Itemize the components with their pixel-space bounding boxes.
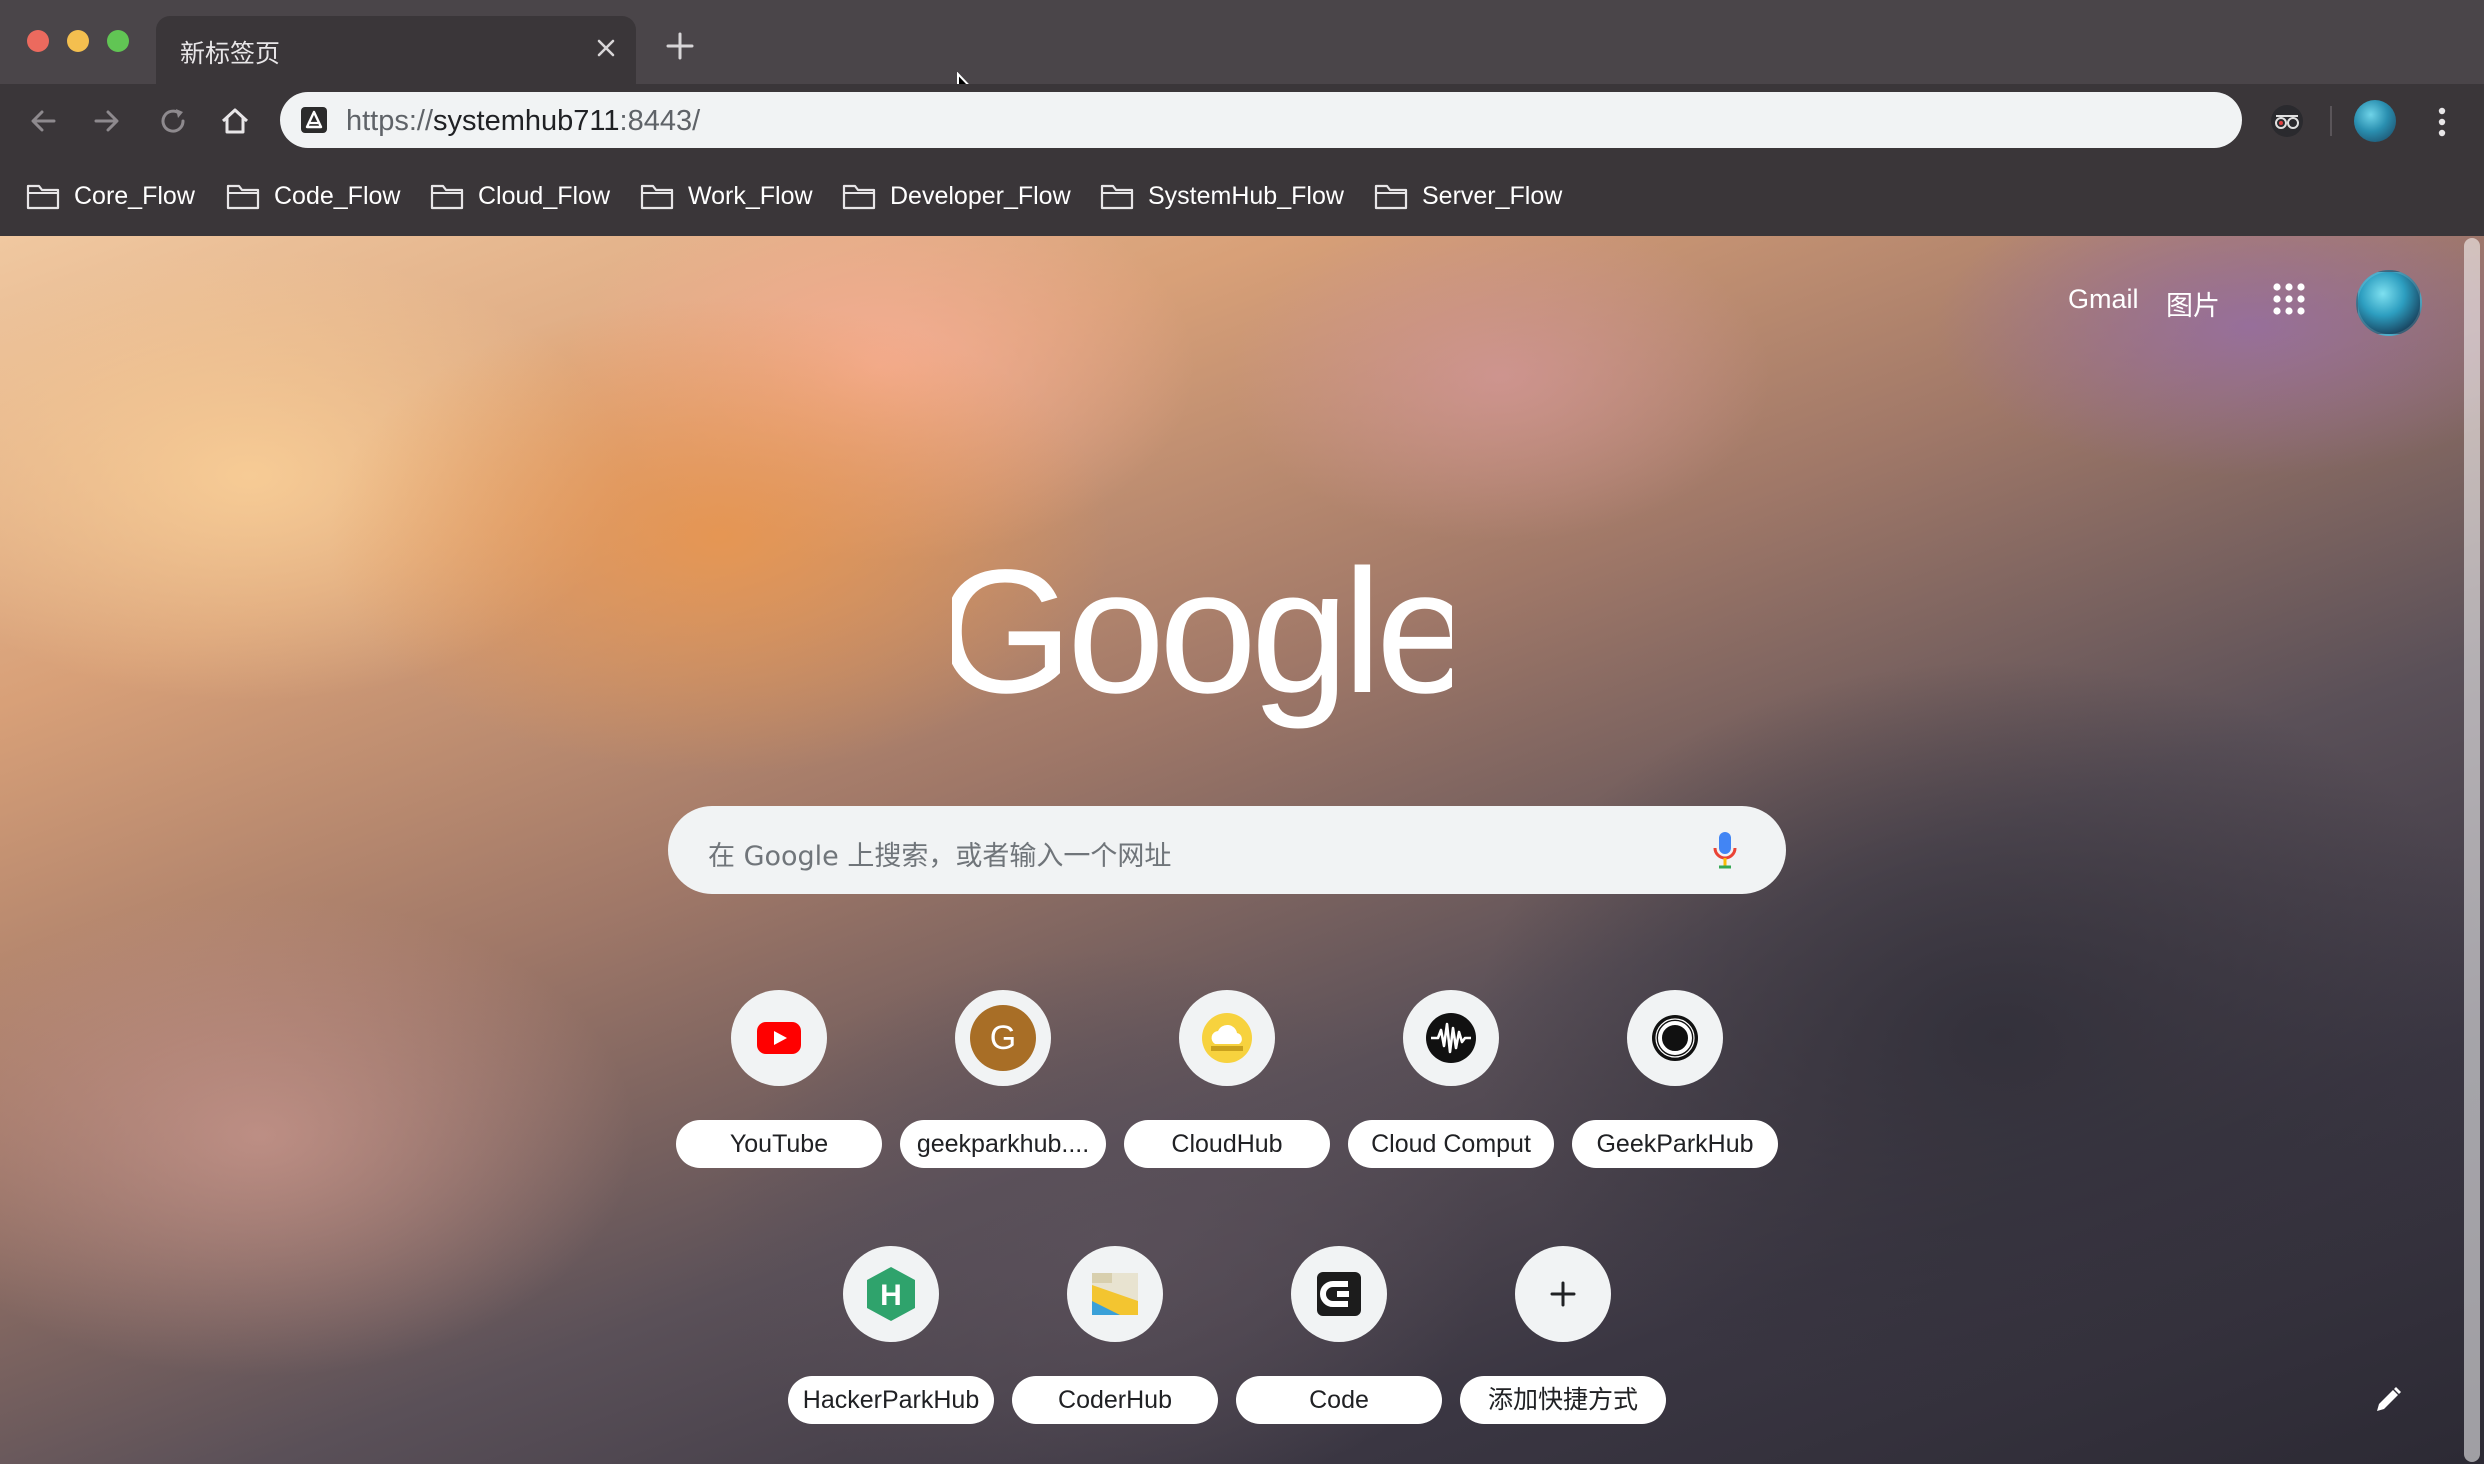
shortcut-label: CoderHub (1012, 1376, 1218, 1424)
back-icon[interactable] (26, 104, 60, 138)
profile-avatar[interactable] (2354, 100, 2396, 142)
folder-icon (640, 184, 674, 210)
new-tab-page: Gmail 图片 Google 在 Google 上搜索，或者输入一个网址 Yo… (0, 236, 2484, 1464)
shortcut-cloud-comput[interactable]: Cloud Comput (1348, 990, 1554, 1180)
toolbar: https://systemhub711:8443/ (0, 84, 2484, 158)
site-info-icon[interactable] (300, 106, 328, 134)
bookmark-label: SystemHub_Flow (1148, 181, 1344, 210)
folder-icon (1374, 184, 1408, 210)
folder-icon (26, 184, 60, 210)
bookmark-label: Server_Flow (1422, 181, 1563, 210)
google-apps-icon[interactable] (2272, 282, 2306, 316)
bookmarks-bar: Core_Flow Code_Flow Cloud_Flow Work_Flow… (0, 158, 2484, 236)
youtube-icon (731, 990, 827, 1086)
page-scrollbar[interactable] (2458, 236, 2484, 1464)
gmail-link[interactable]: Gmail (2068, 284, 2139, 315)
shortcut-cloudhub[interactable]: CloudHub (1124, 990, 1330, 1180)
scrollbar-thumb[interactable] (2464, 238, 2480, 1462)
forward-icon[interactable] (90, 104, 124, 138)
tab-new-tab[interactable]: 新标签页 (156, 16, 636, 84)
customize-pencil-icon[interactable] (2372, 1384, 2404, 1416)
zoom-window-button[interactable] (107, 30, 129, 52)
bookmark-folder-systemhub-flow[interactable]: SystemHub_Flow (1100, 178, 1344, 214)
add-shortcut-button[interactable]: 添加快捷方式 (1460, 1246, 1666, 1436)
shortcut-label: YouTube (676, 1120, 882, 1168)
microphone-icon[interactable] (1712, 830, 1738, 870)
google-logo-text: Google (952, 542, 1452, 730)
shortcut-label: Cloud Comput (1348, 1120, 1554, 1168)
coderhub-icon (1067, 1246, 1163, 1342)
shortcut-label: CloudHub (1124, 1120, 1330, 1168)
minimize-window-button[interactable] (67, 30, 89, 52)
shortcut-label: 添加快捷方式 (1460, 1376, 1666, 1424)
shortcut-coderhub[interactable]: CoderHub (1012, 1246, 1218, 1436)
shortcut-youtube[interactable]: YouTube (676, 990, 882, 1180)
bookmark-folder-work-flow[interactable]: Work_Flow (640, 178, 813, 214)
waveform-icon (1403, 990, 1499, 1086)
close-tab-icon[interactable] (590, 32, 622, 64)
plus-icon (1515, 1246, 1611, 1342)
incognito-extension-icon[interactable] (2268, 102, 2306, 140)
cloud-icon (1179, 990, 1275, 1086)
hexagon-letter: H (880, 1279, 902, 1312)
bookmark-label: Developer_Flow (890, 181, 1071, 210)
url-port: :8443/ (619, 105, 701, 137)
account-avatar[interactable] (2356, 270, 2422, 336)
more-menu-icon[interactable] (2430, 104, 2454, 140)
shortcut-hackerparkhub[interactable]: H HackerParkHub (788, 1246, 994, 1436)
google-logo: Google (952, 542, 1452, 730)
toolbar-divider (2330, 106, 2332, 136)
tab-title: 新标签页 (180, 39, 281, 68)
bookmark-folder-developer-flow[interactable]: Developer_Flow (842, 178, 1071, 214)
tab-strip: 新标签页 (0, 0, 2484, 107)
bookmark-label: Code_Flow (274, 181, 401, 210)
shortcut-label: geekparkhub.... (900, 1120, 1106, 1168)
new-tab-icon[interactable] (662, 28, 698, 64)
shortcut-geekparkhub-2[interactable]: GeekParkHub (1572, 990, 1778, 1180)
ring-icon (1627, 990, 1723, 1086)
hexagon-h-icon: H (843, 1246, 939, 1342)
folder-icon (226, 184, 260, 210)
browser-window: 新标签页 https://systemhub711:8443/ Core_Flo… (0, 0, 2484, 1464)
shortcut-label: Code (1236, 1376, 1442, 1424)
images-link[interactable]: 图片 (2166, 284, 2220, 323)
shortcut-label: HackerParkHub (788, 1376, 994, 1424)
letter-g-icon: G (955, 990, 1051, 1086)
bookmark-folder-server-flow[interactable]: Server_Flow (1374, 178, 1562, 214)
home-icon[interactable] (218, 104, 252, 138)
reload-icon[interactable] (156, 104, 190, 138)
shortcut-geekparkhub[interactable]: G geekparkhub.... (900, 990, 1106, 1180)
shortcut-label: GeekParkHub (1572, 1120, 1778, 1168)
close-window-button[interactable] (27, 30, 49, 52)
code-c-icon (1291, 1246, 1387, 1342)
shortcut-code[interactable]: Code (1236, 1246, 1442, 1436)
letter-g-badge: G (970, 1005, 1036, 1071)
bookmark-folder-code-flow[interactable]: Code_Flow (226, 178, 400, 214)
search-placeholder: 在 Google 上搜索，或者输入一个网址 (708, 841, 1172, 872)
url-text: https://systemhub711:8443/ (346, 105, 700, 138)
bookmark-label: Core_Flow (74, 181, 195, 210)
folder-icon (1100, 184, 1134, 210)
bookmark-label: Work_Flow (688, 181, 813, 210)
url-scheme: https:// (346, 105, 434, 137)
bookmark-folder-core-flow[interactable]: Core_Flow (26, 178, 195, 214)
folder-icon (842, 184, 876, 210)
bookmark-label: Cloud_Flow (478, 181, 611, 210)
search-box[interactable]: 在 Google 上搜索，或者输入一个网址 (668, 806, 1786, 894)
bookmark-folder-cloud-flow[interactable]: Cloud_Flow (430, 178, 610, 214)
url-host: systemhub711 (433, 105, 620, 137)
folder-icon (430, 184, 464, 210)
address-bar[interactable]: https://systemhub711:8443/ (280, 92, 2242, 148)
